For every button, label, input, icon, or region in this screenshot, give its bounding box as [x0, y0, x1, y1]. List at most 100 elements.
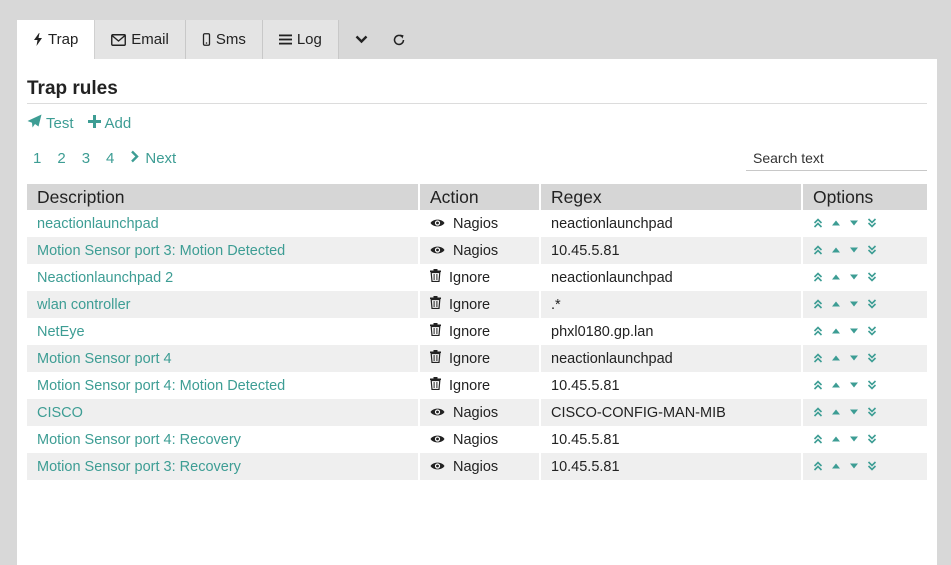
rule-description-link[interactable]: CISCO — [27, 399, 420, 426]
rule-description-link[interactable]: Motion Sensor port 4: Motion Detected — [27, 372, 420, 399]
tab-email[interactable]: Email — [95, 20, 186, 59]
move-down-icon[interactable] — [849, 432, 859, 448]
move-down-icon[interactable] — [849, 378, 859, 394]
search-input[interactable] — [746, 146, 927, 171]
tab-label: Sms — [215, 31, 246, 48]
rule-description-link[interactable]: neactionlaunchpad — [27, 210, 420, 237]
column-header-regex[interactable]: Regex — [540, 184, 803, 210]
column-header-action[interactable]: Action — [419, 184, 541, 210]
column-header-description[interactable]: Description — [27, 184, 420, 210]
move-down-icon[interactable] — [849, 405, 859, 421]
rule-regex-cell: phxl0180.gp.lan — [540, 318, 803, 345]
rule-options-cell — [802, 210, 927, 237]
eye-icon — [430, 243, 445, 259]
move-bottom-icon[interactable] — [867, 405, 877, 421]
move-top-icon[interactable] — [813, 324, 823, 340]
move-top-icon[interactable] — [813, 270, 823, 286]
tab-log[interactable]: Log — [262, 20, 339, 59]
move-top-icon[interactable] — [813, 297, 823, 313]
move-bottom-icon[interactable] — [867, 432, 877, 448]
move-bottom-icon[interactable] — [867, 459, 877, 475]
table-header-row: Description Action Regex Options — [27, 184, 927, 210]
table-row: Neactionlaunchpad 2 Ignore neactionlaunchp… — [27, 264, 927, 291]
test-button[interactable]: Test — [27, 114, 74, 132]
add-label: Add — [104, 114, 132, 132]
chevron-right-icon — [130, 150, 140, 167]
more-tabs-button[interactable] — [339, 20, 380, 59]
rule-regex-cell: 10.45.5.81 — [540, 372, 803, 399]
rule-regex-cell: 10.45.5.81 — [540, 237, 803, 264]
rule-options-cell — [802, 237, 927, 264]
move-top-icon[interactable] — [813, 243, 823, 259]
move-down-icon[interactable] — [849, 459, 859, 475]
tab-sms[interactable]: Sms — [185, 20, 263, 59]
rule-options-cell — [802, 399, 927, 426]
move-bottom-icon[interactable] — [867, 270, 877, 286]
move-bottom-icon[interactable] — [867, 216, 877, 232]
test-label: Test — [46, 114, 74, 132]
rule-regex-cell: .* — [540, 291, 803, 318]
next-page-button[interactable]: Next — [130, 150, 176, 167]
move-up-icon[interactable] — [831, 432, 841, 448]
rule-regex-cell: 10.45.5.81 — [540, 426, 803, 453]
move-up-icon[interactable] — [831, 459, 841, 475]
paper-plane-icon — [27, 114, 42, 132]
table-row: Motion Sensor port 4: Recovery Nagios 10.4… — [27, 426, 927, 453]
rule-regex-cell: neactionlaunchpad — [540, 264, 803, 291]
rule-description-link[interactable]: Motion Sensor port 4 — [27, 345, 420, 372]
move-down-icon[interactable] — [849, 243, 859, 259]
move-bottom-icon[interactable] — [867, 297, 877, 313]
move-up-icon[interactable] — [831, 405, 841, 421]
page-link-4[interactable]: 4 — [106, 150, 114, 167]
rule-action-label: Ignore — [449, 323, 491, 340]
rule-description-link[interactable]: NetEye — [27, 318, 420, 345]
move-up-icon[interactable] — [831, 324, 841, 340]
move-down-icon[interactable] — [849, 270, 859, 286]
rule-options-cell — [802, 372, 927, 399]
page-link-3[interactable]: 3 — [82, 150, 90, 167]
move-down-icon[interactable] — [849, 216, 859, 232]
eye-icon — [430, 459, 445, 475]
move-down-icon[interactable] — [849, 351, 859, 367]
add-button[interactable]: Add — [87, 114, 132, 132]
refresh-button[interactable] — [380, 20, 418, 59]
rule-action-label: Nagios — [453, 215, 499, 232]
move-top-icon[interactable] — [813, 405, 823, 421]
move-bottom-icon[interactable] — [867, 243, 877, 259]
action-bar: Test Add — [27, 114, 131, 132]
move-up-icon[interactable] — [831, 378, 841, 394]
move-down-icon[interactable] — [849, 324, 859, 340]
rule-description-link[interactable]: Motion Sensor port 4: Recovery — [27, 426, 420, 453]
move-bottom-icon[interactable] — [867, 378, 877, 394]
rule-action-cell: Nagios — [419, 426, 541, 453]
move-down-icon[interactable] — [849, 297, 859, 313]
page-link-1[interactable]: 1 — [33, 150, 41, 167]
rule-action-cell: Ignore — [419, 345, 541, 372]
rule-options-cell — [802, 426, 927, 453]
rule-action-label: Nagios — [453, 404, 499, 421]
table-row: Motion Sensor port 3: Motion Detected Nag… — [27, 237, 927, 264]
move-up-icon[interactable] — [831, 243, 841, 259]
trap-rules-table: Description Action Regex Options neactio… — [27, 184, 927, 480]
move-up-icon[interactable] — [831, 216, 841, 232]
move-up-icon[interactable] — [831, 270, 841, 286]
rule-description-link[interactable]: Motion Sensor port 3: Motion Detected — [27, 237, 420, 264]
move-top-icon[interactable] — [813, 432, 823, 448]
page-link-2[interactable]: 2 — [57, 150, 65, 167]
rule-description-link[interactable]: Motion Sensor port 3: Recovery — [27, 453, 420, 480]
rule-action-cell: Ignore — [419, 318, 541, 345]
move-top-icon[interactable] — [813, 351, 823, 367]
rule-action-cell: Ignore — [419, 372, 541, 399]
tab-trap[interactable]: Trap — [17, 20, 96, 59]
move-top-icon[interactable] — [813, 459, 823, 475]
move-up-icon[interactable] — [831, 351, 841, 367]
move-top-icon[interactable] — [813, 216, 823, 232]
rule-description-link[interactable]: wlan controller — [27, 291, 420, 318]
move-bottom-icon[interactable] — [867, 351, 877, 367]
plus-icon — [87, 114, 101, 132]
eye-icon — [430, 432, 445, 448]
move-bottom-icon[interactable] — [867, 324, 877, 340]
move-up-icon[interactable] — [831, 297, 841, 313]
move-top-icon[interactable] — [813, 378, 823, 394]
rule-description-link[interactable]: Neactionlaunchpad 2 — [27, 264, 420, 291]
